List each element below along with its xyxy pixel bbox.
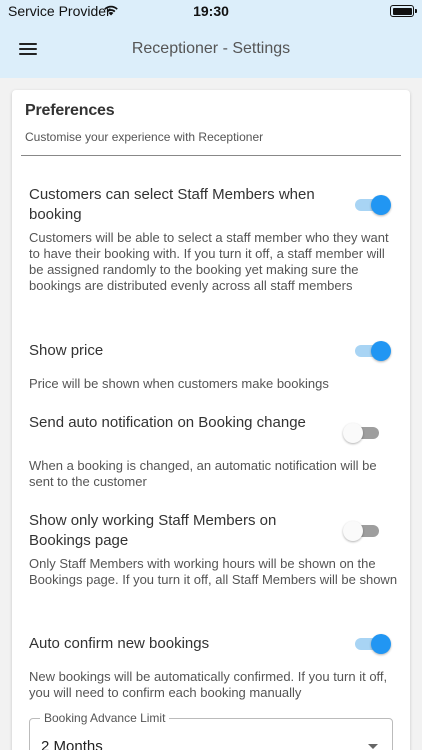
setting-show-price-title: Show price (29, 342, 104, 359)
setting-auto-notification-title: Send auto notification on Booking change (29, 414, 306, 431)
working-staff-toggle[interactable] (343, 519, 383, 543)
chevron-down-icon (368, 744, 378, 749)
setting-staff-select-title: Customers can select Staff Members when … (29, 186, 315, 223)
booking-advance-limit-select[interactable]: Booking Advance Limit 2 Months (29, 711, 393, 750)
status-bar: Service Provider 19:30 (0, 0, 422, 22)
booking-advance-limit-label: Booking Advance Limit (40, 711, 170, 725)
section-subtitle: Customise your experience with Reception… (25, 130, 264, 144)
setting-auto-notification-description: When a booking is changed, an automatic … (29, 458, 377, 489)
divider (21, 155, 401, 156)
setting-staff-select-description: Customers will be able to select a staff… (29, 230, 389, 293)
preferences-card: Preferences Customise your experience wi… (12, 90, 410, 750)
top-app-bar: Service Provider 19:30 Receptioner - Set… (0, 0, 422, 78)
setting-auto-confirm-description: New bookings will be automatically confi… (29, 669, 388, 700)
battery-icon (390, 5, 417, 17)
page-title: Receptioner - Settings (131, 40, 291, 57)
auto-notification-toggle[interactable] (343, 421, 383, 445)
show-price-toggle[interactable] (353, 339, 393, 363)
setting-show-price-description: Price will be shown when customers make … (29, 376, 329, 391)
status-time: 19:30 (193, 3, 229, 19)
auto-confirm-toggle[interactable] (353, 632, 393, 656)
section-title: Preferences (25, 102, 115, 119)
setting-auto-confirm-title: Auto confirm new bookings (29, 635, 210, 652)
setting-working-staff-title: Show only working Staff Members on Booki… (29, 512, 277, 549)
staff-select-toggle[interactable] (353, 193, 393, 217)
setting-working-staff-description: Only Staff Members with working hours wi… (29, 556, 398, 587)
booking-advance-limit-value: 2 Months (41, 738, 103, 750)
